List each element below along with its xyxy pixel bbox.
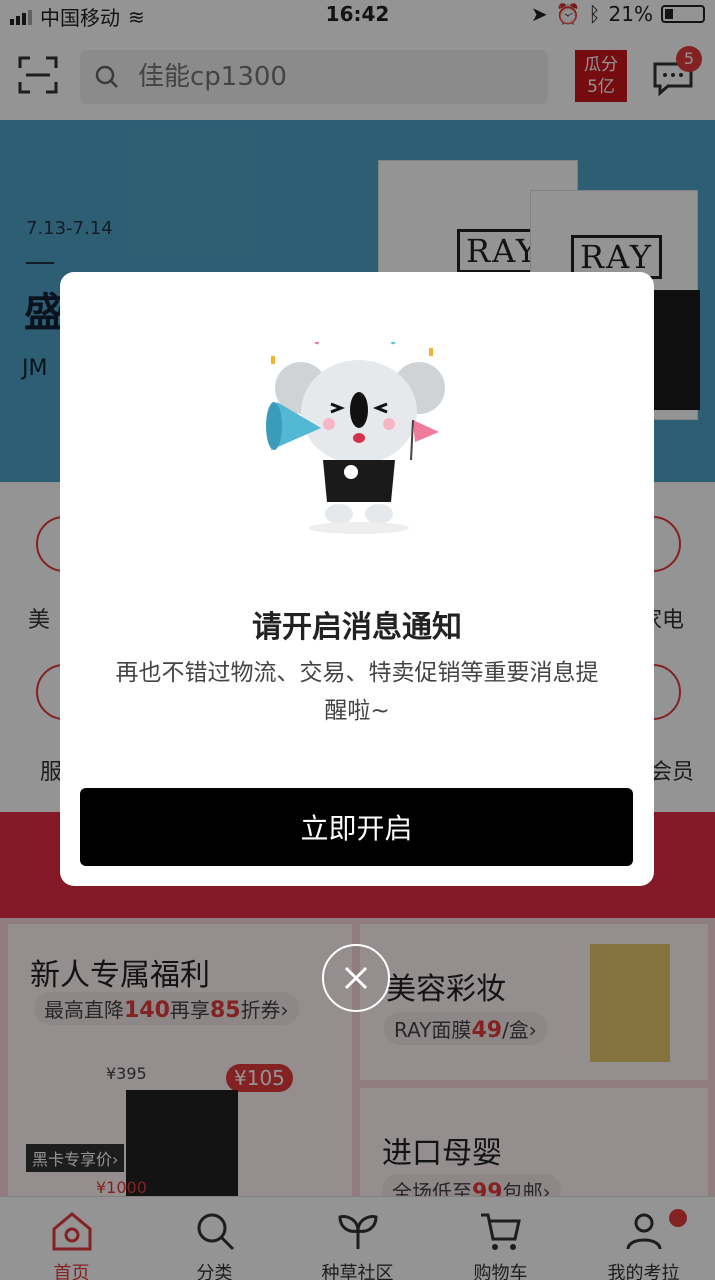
close-modal-button[interactable] (322, 944, 390, 1012)
enable-notifications-button[interactable]: 立即开启 (80, 788, 633, 866)
koala-mascot-icon (266, 342, 445, 534)
close-icon (344, 966, 368, 990)
modal-description: 再也不错过物流、交易、特卖促销等重要消息提醒啦~ (115, 660, 599, 724)
modal-title: 请开启消息通知 (252, 610, 462, 645)
notification-modal: 请开启消息通知 再也不错过物流、交易、特卖促销等重要消息提醒啦~ 立即开启 (60, 272, 654, 886)
